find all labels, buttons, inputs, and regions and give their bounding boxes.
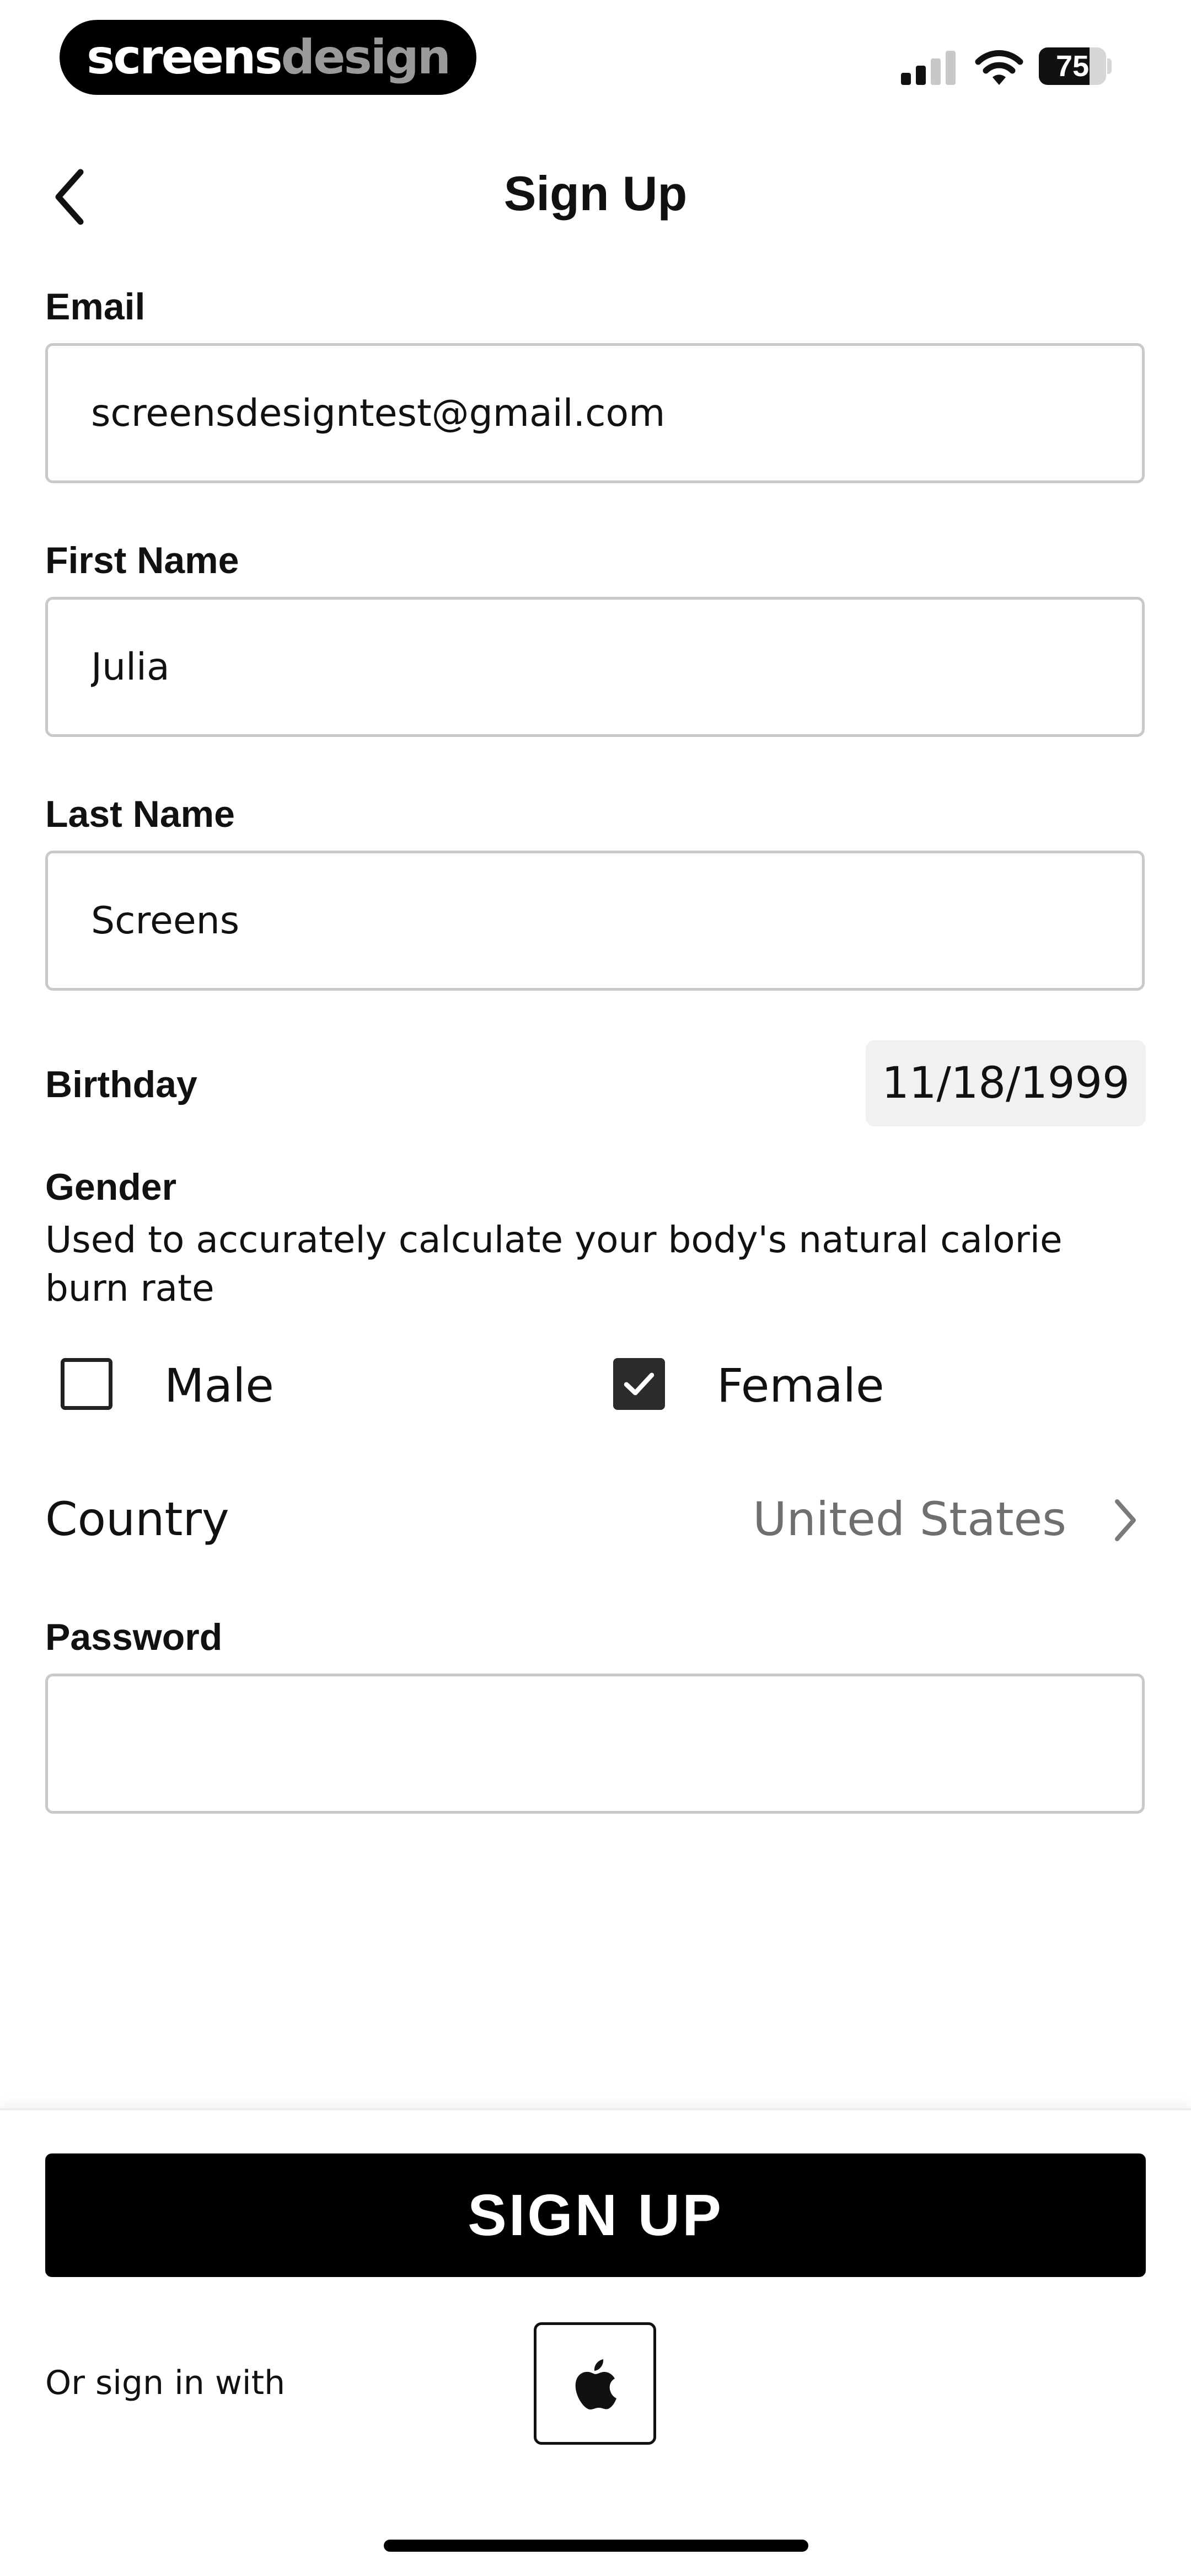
password-field[interactable]: [45, 1674, 1145, 1814]
gender-helper-text: Used to accurately calculate your body's…: [45, 1218, 1063, 1310]
birthday-label: Birthday: [45, 1063, 197, 1105]
home-indicator: [384, 2540, 808, 2552]
country-label: Country: [45, 1492, 229, 1546]
male-option-label: Male: [164, 1359, 274, 1413]
male-checkbox[interactable]: [61, 1358, 112, 1410]
battery-icon: 75: [1039, 47, 1106, 85]
password-label: Password: [45, 1616, 223, 1658]
email-label: Email: [45, 286, 146, 328]
first-name-field[interactable]: [45, 597, 1145, 737]
first-name-label: First Name: [45, 539, 239, 581]
battery-cap: [1107, 58, 1112, 74]
apple-sign-in-button[interactable]: [534, 2322, 656, 2445]
email-field[interactable]: [45, 343, 1145, 483]
brand-logo: screens design: [60, 20, 476, 95]
wifi-icon: [975, 50, 1023, 85]
last-name-field[interactable]: [45, 851, 1145, 991]
birthday-picker[interactable]: 11/18/1999: [866, 1040, 1146, 1126]
battery-level: 75: [1055, 50, 1090, 83]
chevron-right-icon[interactable]: [1108, 1494, 1141, 1547]
page-title: Sign Up: [503, 166, 688, 221]
brand-logo-part2: design: [281, 30, 451, 85]
last-name-label: Last Name: [45, 793, 235, 835]
female-checkbox[interactable]: [613, 1358, 665, 1410]
cellular-signal-icon: [901, 51, 956, 85]
country-value[interactable]: United States: [753, 1496, 1066, 1542]
or-sign-in-with-text: Or sign in with: [45, 2364, 286, 2402]
brand-logo-part1: screens: [87, 30, 283, 85]
checkmark-icon: [624, 1372, 654, 1396]
apple-icon: [575, 2359, 616, 2410]
sign-up-button[interactable]: SIGN UP: [45, 2153, 1146, 2277]
female-option-label: Female: [717, 1359, 884, 1413]
gender-label: Gender: [45, 1166, 177, 1208]
